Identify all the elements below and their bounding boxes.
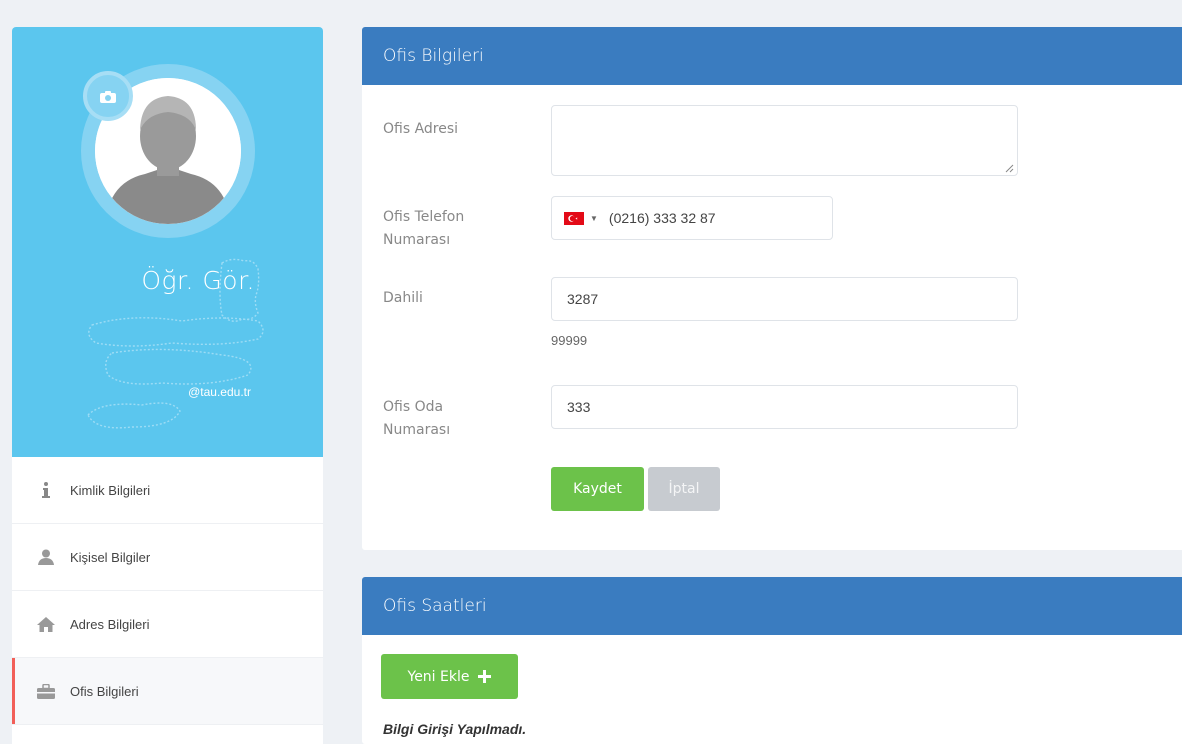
- cancel-button[interactable]: İptal: [648, 467, 720, 511]
- sidebar-item-label: Ofis Bilgileri: [70, 683, 139, 699]
- extension-hint: 99999: [551, 333, 588, 348]
- sidebar-item-kimlik[interactable]: Kimlik Bilgileri: [12, 457, 323, 524]
- plus-icon: [478, 670, 492, 683]
- office-hours-panel: Ofis Saatleri Yeni Ekle Bilgi Girişi Yap…: [362, 577, 1182, 744]
- change-photo-button[interactable]: [83, 71, 133, 121]
- profile-email: @tau.edu.tr: [188, 385, 251, 399]
- phone-value: (0216) 333 32 87: [608, 210, 716, 226]
- room-input[interactable]: 333: [551, 385, 1018, 429]
- address-textarea[interactable]: [551, 105, 1018, 176]
- extension-label: Dahili: [383, 290, 423, 306]
- address-label: Ofis Adresi: [383, 121, 459, 137]
- sidebar-item-ofis[interactable]: Ofis Bilgileri: [12, 658, 323, 725]
- info-icon: [36, 482, 56, 498]
- extension-input[interactable]: 3287: [551, 277, 1018, 321]
- add-new-label: Yeni Ekle: [407, 668, 470, 685]
- sidebar-item-label: Kişisel Bilgiler: [70, 549, 151, 565]
- office-info-panel: Ofis Bilgileri Ofis Adresi Ofis Telefon …: [362, 27, 1182, 550]
- save-button[interactable]: Kaydet: [551, 467, 644, 511]
- room-label-line1: Ofis Oda: [383, 399, 444, 415]
- profile-card: Öğr. Gör. @tau.edu.tr: [12, 27, 323, 457]
- camera-icon: [100, 90, 116, 103]
- panel-title: Ofis Saatleri: [362, 577, 1182, 635]
- country-dropdown-caret-icon[interactable]: ▼: [590, 214, 598, 223]
- briefcase-icon: [36, 683, 56, 699]
- phone-label-line1: Ofis Telefon: [383, 209, 465, 225]
- phone-label-line2: Numarası: [383, 232, 451, 248]
- add-new-button[interactable]: Yeni Ekle: [381, 654, 518, 699]
- panel-title: Ofis Bilgileri: [362, 27, 1182, 85]
- user-icon: [36, 549, 56, 565]
- profile-sidebar: Öğr. Gör. @tau.edu.tr Kimlik Bilgileri K…: [12, 27, 323, 744]
- home-icon: [36, 616, 56, 632]
- sidebar-item-label: Kimlik Bilgileri: [70, 482, 151, 498]
- sidebar-item-kisisel[interactable]: Kişisel Bilgiler: [12, 524, 323, 591]
- sidebar-item-label: Adres Bilgileri: [70, 616, 150, 632]
- phone-field[interactable]: ▼ (0216) 333 32 87: [551, 196, 833, 240]
- empty-message: Bilgi Girişi Yapılmadı.: [383, 721, 527, 737]
- sidebar-item-adres[interactable]: Adres Bilgileri: [12, 591, 323, 658]
- redaction-scribble: [87, 258, 264, 429]
- room-label-line2: Numarası: [383, 422, 451, 438]
- resize-grip-icon[interactable]: [1005, 164, 1014, 173]
- turkey-flag-icon[interactable]: [564, 211, 584, 225]
